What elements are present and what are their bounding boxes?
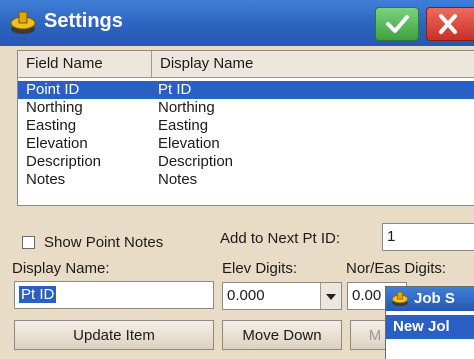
elev-digits-select[interactable]: 0.000: [222, 282, 342, 310]
list-item[interactable]: Northing Northing: [18, 99, 474, 117]
title-bar: Settings: [0, 0, 474, 46]
field-name: Elevation: [26, 135, 88, 152]
display-name-input[interactable]: Pt ID: [14, 281, 214, 309]
popup-title: Job S: [386, 287, 474, 311]
display-name-value: Pt ID: [19, 286, 57, 303]
show-point-notes-checkbox[interactable]: [22, 236, 35, 249]
close-icon: [439, 14, 457, 34]
ok-button[interactable]: [375, 7, 419, 41]
display-name: Northing: [158, 99, 215, 116]
list-item[interactable]: Easting Easting: [18, 117, 474, 135]
checkmark-icon: [386, 15, 409, 33]
elev-digits-label: Elev Digits:: [222, 260, 298, 277]
display-name: Notes: [158, 171, 198, 188]
elev-digits-value: 0.000: [227, 287, 265, 304]
field-name: Description: [26, 153, 102, 170]
header-field-name[interactable]: Field Name: [18, 51, 152, 77]
field-name: Northing: [26, 99, 83, 116]
add-to-next-input[interactable]: 1: [382, 223, 474, 251]
field-name: Easting: [26, 117, 77, 134]
job-popup-menu[interactable]: Job S New Jol: [385, 286, 474, 359]
app-logo-icon: [10, 11, 36, 34]
display-name-label: Display Name:: [12, 260, 110, 277]
close-button[interactable]: [426, 7, 474, 41]
field-name: Notes: [26, 171, 66, 188]
app-logo-icon: [391, 291, 409, 307]
show-point-notes-label: Show Point Notes: [44, 234, 164, 251]
list-item[interactable]: Description Description: [18, 153, 474, 171]
add-to-next-label: Add to Next Pt ID:: [220, 230, 341, 247]
display-name: Elevation: [158, 135, 220, 152]
display-name: Pt ID: [158, 81, 192, 98]
field-name: Point ID: [26, 81, 80, 98]
list-item[interactable]: Elevation Elevation: [18, 135, 474, 153]
nor-eas-digits-value: 0.00: [352, 287, 382, 304]
display-name: Description: [158, 153, 234, 170]
header-display-name[interactable]: Display Name: [152, 51, 474, 77]
list-item[interactable]: Point ID Pt ID: [18, 81, 474, 99]
move-down-button[interactable]: Move Down: [222, 320, 342, 350]
menu-item-new-job[interactable]: New Jol: [386, 315, 474, 339]
add-to-next-value: 1: [387, 228, 396, 245]
window-title: Settings: [44, 10, 123, 32]
display-name: Easting: [158, 117, 209, 134]
popup-title-text: Job S: [414, 290, 455, 307]
list-item[interactable]: Notes Notes: [18, 171, 474, 189]
nor-eas-digits-label: Nor/Eas Digits:: [346, 260, 447, 277]
elev-digits-dropdown[interactable]: [320, 283, 341, 309]
field-list[interactable]: Field Name Display Name Point ID Pt ID N…: [17, 50, 474, 206]
list-header: Field Name Display Name: [18, 51, 474, 78]
update-item-button[interactable]: Update Item: [14, 320, 214, 350]
chevron-down-icon: [326, 294, 336, 300]
